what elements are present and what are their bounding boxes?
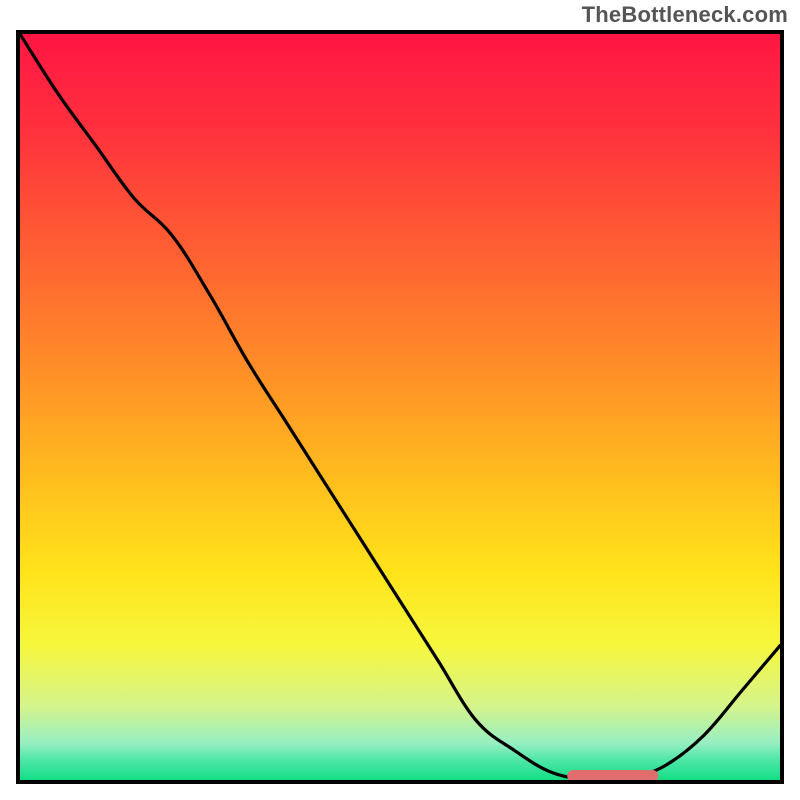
plot-area [20, 34, 780, 780]
watermark-text: TheBottleneck.com [582, 2, 788, 28]
plot-border [16, 30, 784, 784]
gradient-background [20, 34, 780, 780]
bottleneck-curve [20, 34, 780, 780]
chart-frame: TheBottleneck.com [0, 0, 800, 800]
optimal-range-marker [20, 34, 780, 780]
